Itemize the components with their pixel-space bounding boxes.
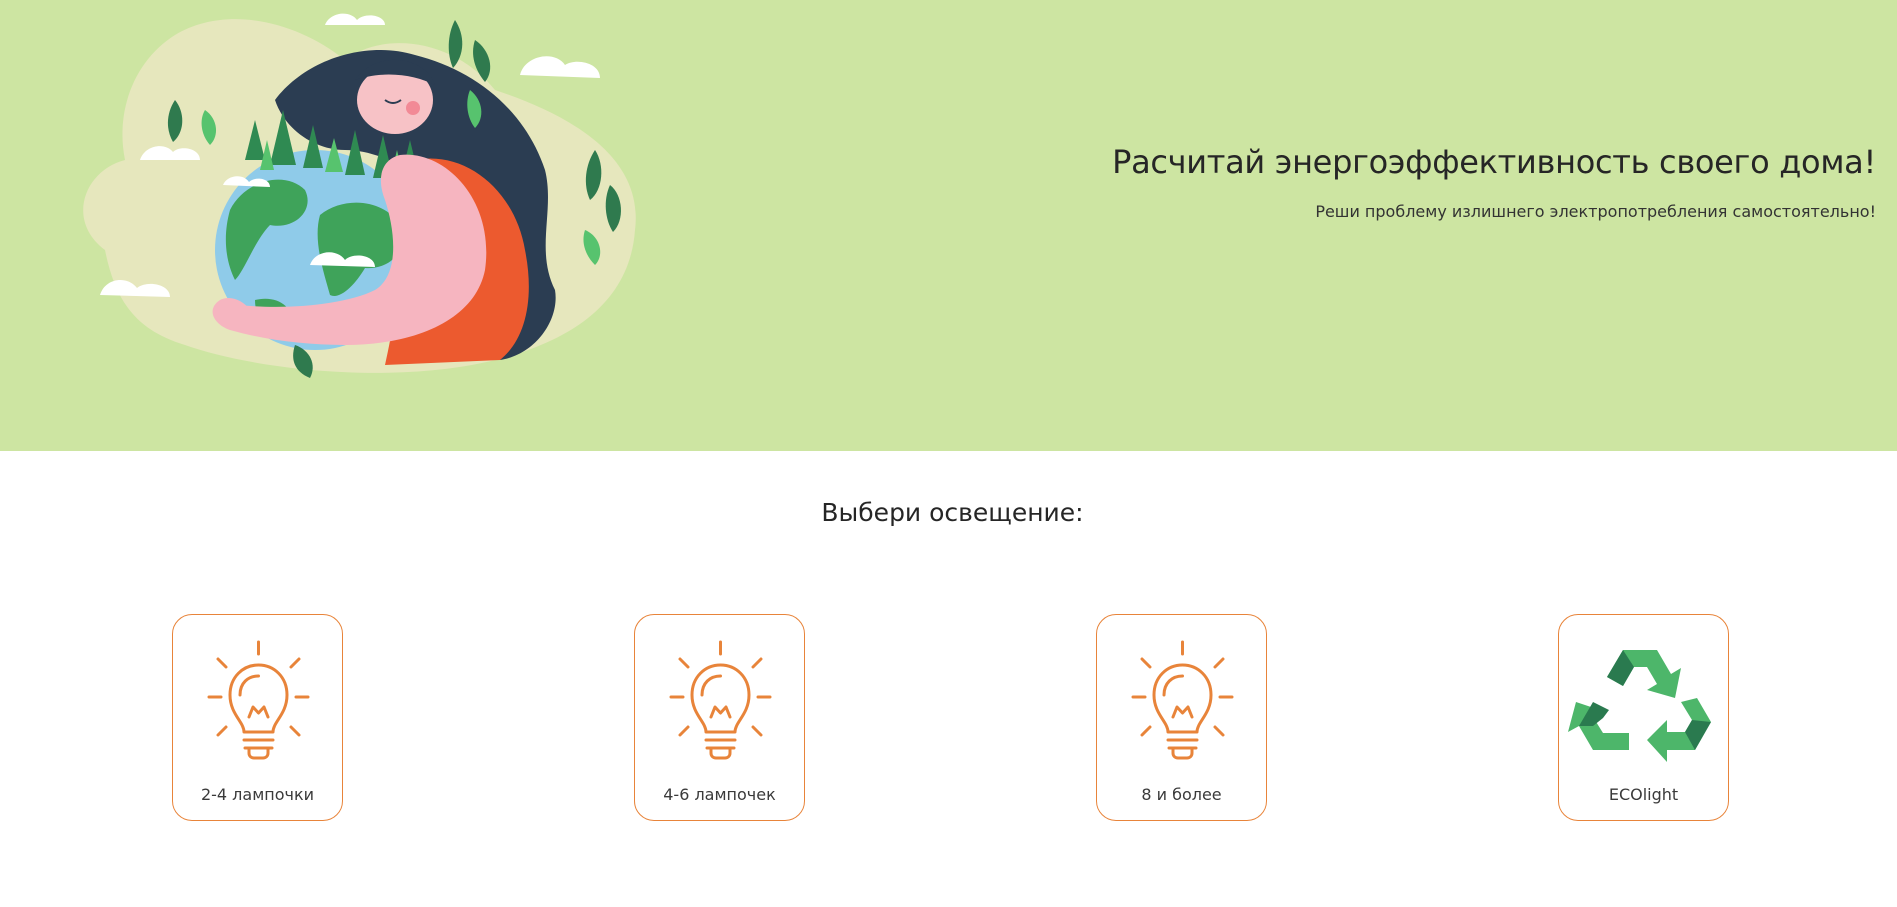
lighting-option-label: 8 и более	[1141, 785, 1222, 804]
recycle-icon	[1568, 650, 1711, 762]
lighting-option-8-plus[interactable]: 8 и более	[1096, 614, 1267, 821]
lighting-option-label: 2-4 лампочки	[200, 785, 315, 804]
hero-title: Расчитай энергоэффективность своего дома…	[1112, 143, 1876, 181]
hero-banner: Расчитай энергоэффективность своего дома…	[0, 0, 1897, 451]
hero-subtitle: Реши проблему излишнего электропотреблен…	[1315, 202, 1876, 221]
lighting-option-label: 4-6 лампочек	[663, 785, 776, 804]
lighting-section-title: Выбери освещение:	[821, 498, 1084, 527]
woman-hugging-earth-illustration	[83, 13, 636, 378]
lighting-option-4-6[interactable]: 4-6 лампочек	[634, 614, 805, 821]
lightbulb-icon	[669, 640, 772, 760]
lightbulb-icon	[1131, 640, 1234, 760]
lighting-option-label: ECOlight	[1608, 785, 1679, 804]
lightbulb-icon	[207, 640, 310, 760]
lighting-option-2-4[interactable]: 2-4 лампочки	[172, 614, 343, 821]
lighting-option-ecolight[interactable]: ECOlight	[1558, 614, 1729, 821]
